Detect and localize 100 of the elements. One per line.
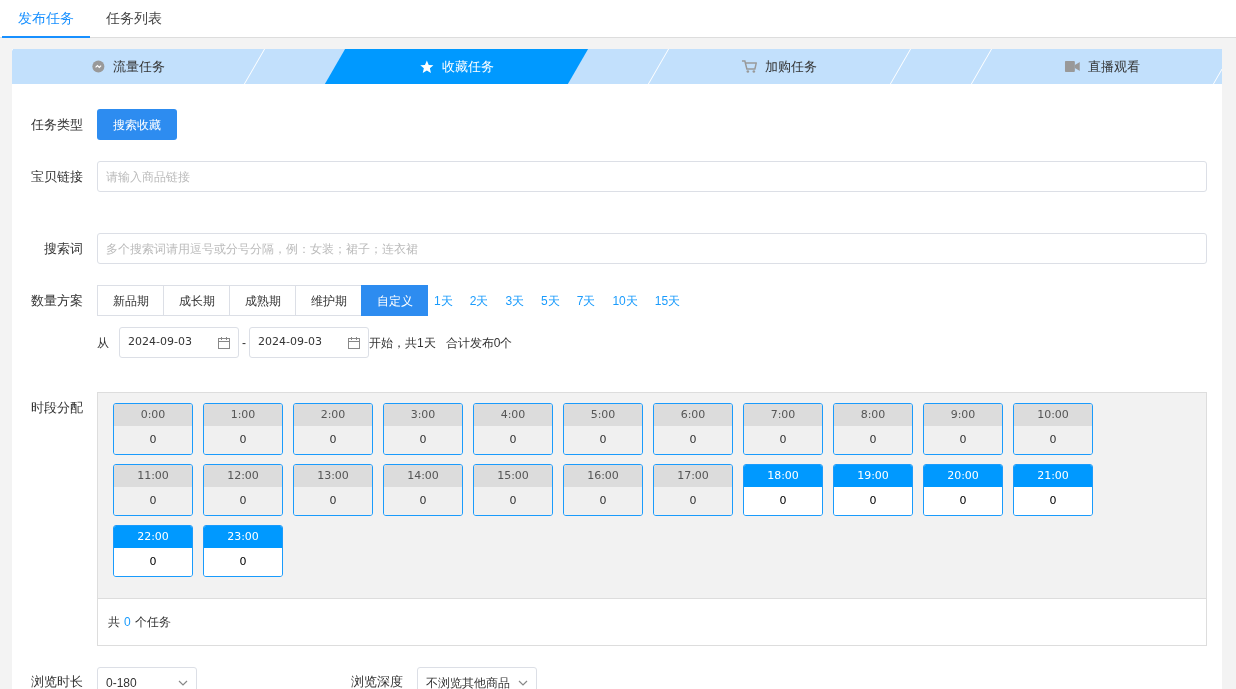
slot-count: 0 <box>149 431 157 448</box>
badge-icon <box>92 60 105 73</box>
field-label: 数量方案 <box>31 292 83 310</box>
slot-count: 0 <box>419 492 427 509</box>
field-label: 任务类型 <box>31 116 83 134</box>
slot-time: 9:00 <box>950 406 976 423</box>
time-slot[interactable]: 19:00 0 <box>833 464 913 516</box>
calendar-icon <box>218 336 230 349</box>
keywords-input[interactable]: 多个搜索词请用逗号或分号分隔，例：女装；裙子；连衣裙 <box>97 233 1207 264</box>
time-slot[interactable]: 5:00 0 <box>563 403 643 455</box>
slot-count: 0 <box>599 492 607 509</box>
time-slot[interactable]: 12:00 0 <box>203 464 283 516</box>
slot-time: 15:00 <box>497 467 529 484</box>
slot-count: 0 <box>1049 431 1057 448</box>
slot-time: 14:00 <box>407 467 439 484</box>
slot-time: 4:00 <box>500 406 526 423</box>
slot-count: 0 <box>149 492 157 509</box>
field-label: 浏览深度 <box>351 673 403 689</box>
link-input[interactable]: 请输入商品链接 <box>97 161 1207 192</box>
slot-time: 23:00 <box>227 528 259 545</box>
time-slot[interactable]: 4:00 0 <box>473 403 553 455</box>
from-label: 从 <box>97 334 109 352</box>
date-field[interactable]: 2024-09-03 <box>249 327 369 358</box>
total-label: 个任务 <box>134 614 171 631</box>
slot-time: 19:00 <box>857 467 889 484</box>
time-slot[interactable]: 9:00 0 <box>923 403 1003 455</box>
slot-time: 17:00 <box>677 467 709 484</box>
duration-text: 开始，共1天 <box>369 334 436 352</box>
slot-time: 18:00 <box>767 467 799 484</box>
slot-count: 0 <box>869 492 877 509</box>
time-slot[interactable]: 16:00 0 <box>563 464 643 516</box>
time-slot[interactable]: 2:00 0 <box>293 403 373 455</box>
slot-time: 0:00 <box>140 406 166 423</box>
slot-count: 0 <box>239 553 247 570</box>
time-slot[interactable]: 0:00 0 <box>113 403 193 455</box>
preset-button[interactable]: 新品期 <box>97 285 164 316</box>
slot-count: 0 <box>779 492 787 509</box>
slot-count: 0 <box>329 431 337 448</box>
step-tab[interactable]: 流量任务 <box>12 49 266 84</box>
slot-time: 7:00 <box>770 406 796 423</box>
slot-time: 10:00 <box>1037 406 1069 423</box>
time-slot[interactable]: 7:00 0 <box>743 403 823 455</box>
slot-time: 12:00 <box>227 467 259 484</box>
slot-time: 2:00 <box>320 406 346 423</box>
date-separator: - <box>242 334 246 352</box>
slot-count: 0 <box>689 431 697 448</box>
time-slot[interactable]: 10:00 0 <box>1013 403 1093 455</box>
slot-time: 6:00 <box>680 406 706 423</box>
preset-button[interactable]: 维护期 <box>295 285 362 316</box>
slot-count: 0 <box>1049 492 1057 509</box>
slot-time: 5:00 <box>590 406 616 423</box>
step-tab[interactable]: 直播观看 <box>970 49 1222 84</box>
slot-time: 20:00 <box>947 467 979 484</box>
preset-button[interactable]: 成熟期 <box>229 285 296 316</box>
slot-count: 0 <box>149 553 157 570</box>
task-count: 0 <box>124 614 131 631</box>
slot-count: 0 <box>419 431 427 448</box>
field-label: 搜索词 <box>44 240 83 258</box>
slot-count: 0 <box>239 492 247 509</box>
time-slot[interactable]: 8:00 0 <box>833 403 913 455</box>
video-icon <box>1065 61 1080 72</box>
field-label: 浏览时长 <box>31 673 83 689</box>
slot-time: 16:00 <box>587 467 619 484</box>
time-slot[interactable]: 3:00 0 <box>383 403 463 455</box>
slot-count: 0 <box>509 431 517 448</box>
tab[interactable]: 任务列表 <box>90 0 178 38</box>
total-text: 合计发布0个 <box>445 334 513 352</box>
chevron-down-icon <box>518 679 528 686</box>
preset-button[interactable]: 成长期 <box>163 285 230 316</box>
browse-select[interactable]: 不浏览其他商品 <box>417 667 537 689</box>
total-label: 共 <box>108 614 120 631</box>
slot-count: 0 <box>779 431 787 448</box>
time-slot[interactable]: 14:00 0 <box>383 464 463 516</box>
time-slot[interactable]: 22:00 0 <box>113 525 193 577</box>
time-slot[interactable]: 21:00 0 <box>1013 464 1093 516</box>
slot-time: 1:00 <box>230 406 256 423</box>
browse-select[interactable]: 0-180 <box>97 667 197 689</box>
slot-count: 0 <box>689 492 697 509</box>
slot-count: 0 <box>599 431 607 448</box>
step-tab[interactable]: 加购任务 <box>647 49 912 84</box>
field-label: 时段分配 <box>31 399 83 417</box>
slot-count: 0 <box>959 492 967 509</box>
time-slot[interactable]: 6:00 0 <box>653 403 733 455</box>
slot-count: 0 <box>509 492 517 509</box>
time-slot[interactable]: 20:00 0 <box>923 464 1003 516</box>
slot-time: 21:00 <box>1037 467 1069 484</box>
time-slot[interactable]: 17:00 0 <box>653 464 733 516</box>
slot-count: 0 <box>239 431 247 448</box>
time-slot[interactable]: 11:00 0 <box>113 464 193 516</box>
cart-icon <box>742 60 757 73</box>
time-slot[interactable]: 23:00 0 <box>203 525 283 577</box>
time-slot[interactable]: 13:00 0 <box>293 464 373 516</box>
chevron-down-icon <box>178 679 188 686</box>
time-slot[interactable]: 1:00 0 <box>203 403 283 455</box>
date-field[interactable]: 2024-09-03 <box>119 327 239 358</box>
star-icon <box>419 59 434 74</box>
slot-time: 13:00 <box>317 467 349 484</box>
slot-count: 0 <box>959 431 967 448</box>
time-slot[interactable]: 15:00 0 <box>473 464 553 516</box>
time-slot[interactable]: 18:00 0 <box>743 464 823 516</box>
